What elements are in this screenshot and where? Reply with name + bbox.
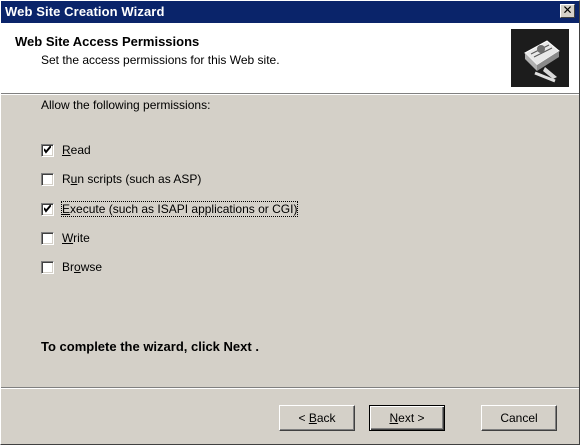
close-button[interactable]: ✕ <box>560 3 575 18</box>
back-button[interactable]: < Back <box>279 405 355 431</box>
run-scripts-label: Run scripts (such as ASP) <box>62 172 202 186</box>
permission-execute-row[interactable]: Execute (such as ISAPI applications or C… <box>41 200 299 218</box>
execute-label: Execute (such as ISAPI applications or C… <box>60 201 299 217</box>
permission-browse-row[interactable]: Browse <box>41 258 102 276</box>
close-icon: ✕ <box>562 3 573 17</box>
page-title: Web Site Access Permissions <box>15 34 200 49</box>
read-label: Read <box>62 143 91 157</box>
write-checkbox[interactable] <box>41 231 54 245</box>
browse-checkbox[interactable] <box>41 260 54 274</box>
permission-write-row[interactable]: Write <box>41 229 90 247</box>
permission-read-row[interactable]: Read <box>41 141 91 159</box>
wizard-header: Web Site Access Permissions Set the acce… <box>1 23 579 93</box>
next-button[interactable]: Next > <box>369 405 445 431</box>
header-divider <box>1 93 579 95</box>
window-title: Web Site Creation Wizard <box>5 4 165 19</box>
completion-instruction: To complete the wizard, click Next . <box>41 339 259 354</box>
checkmark-icon <box>44 144 51 154</box>
cancel-button[interactable]: Cancel <box>481 405 557 431</box>
read-checkbox[interactable] <box>41 143 54 157</box>
write-label: Write <box>62 231 90 245</box>
wizard-book-icon <box>511 29 569 87</box>
permission-run-scripts-row[interactable]: Run scripts (such as ASP) <box>41 170 201 188</box>
wizard-window: Web Site Creation Wizard ✕ Web Site Acce… <box>0 0 580 445</box>
checkmark-icon <box>44 203 51 213</box>
execute-checkbox[interactable] <box>41 202 54 216</box>
title-bar[interactable]: Web Site Creation Wizard ✕ <box>1 1 579 23</box>
permissions-label: Allow the following permissions: <box>41 98 211 112</box>
browse-label: Browse <box>62 260 103 274</box>
run-scripts-checkbox[interactable] <box>41 172 54 186</box>
footer-divider <box>1 387 579 389</box>
page-subtitle: Set the access permissions for this Web … <box>41 53 280 67</box>
